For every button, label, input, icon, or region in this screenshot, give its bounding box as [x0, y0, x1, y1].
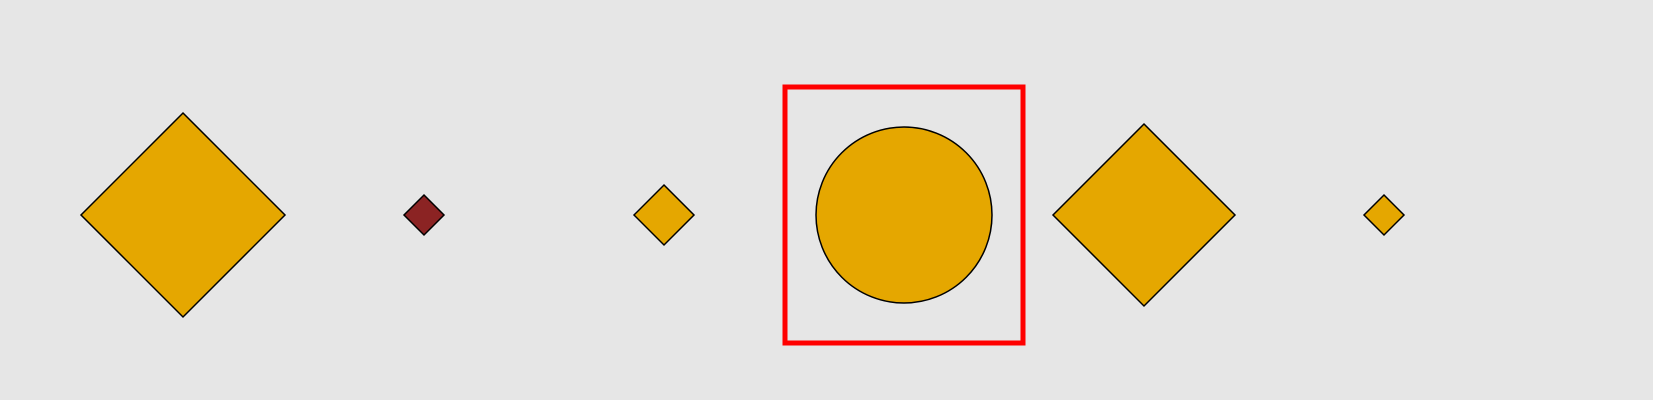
gold-circle — [815, 126, 993, 304]
shape-canvas — [0, 0, 1653, 400]
